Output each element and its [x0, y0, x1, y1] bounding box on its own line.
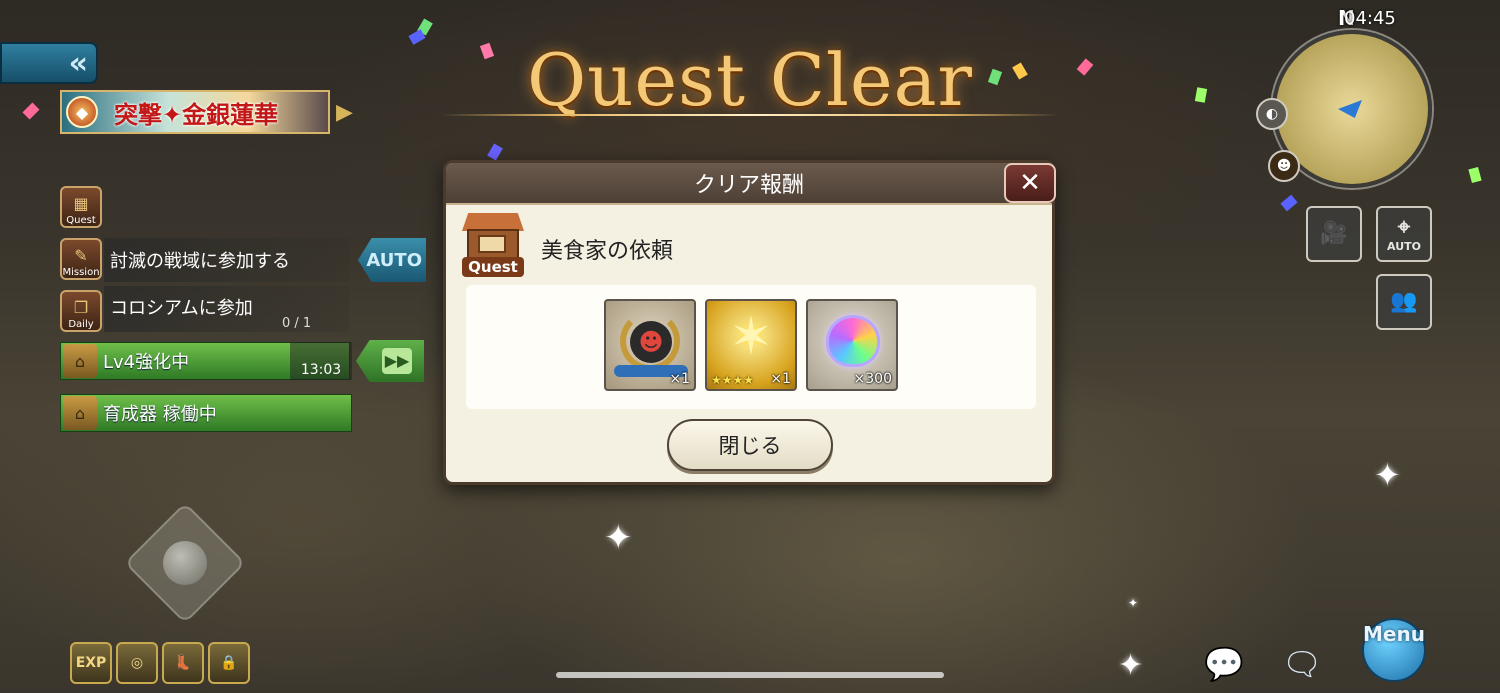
- quest-icon-window: [478, 235, 506, 253]
- confetti: [1194, 87, 1208, 103]
- dpad-knob[interactable]: [163, 541, 207, 585]
- daily-icon-label: Daily: [68, 319, 94, 330]
- quest-name: 美食家の依頼: [541, 239, 674, 264]
- home-indicator[interactable]: [556, 672, 944, 678]
- reward-item-rainbow-gem[interactable]: ×300: [806, 299, 898, 391]
- exp-icon[interactable]: EXP: [70, 642, 112, 684]
- incubator-text: 育成器 稼働中: [103, 404, 217, 425]
- enhance-timer: 13:03: [290, 342, 352, 380]
- title-underline: [440, 114, 1060, 116]
- menu-button[interactable]: Menu: [1348, 610, 1440, 690]
- quest-clear-title: Quest Clear: [527, 38, 973, 122]
- back-button[interactable]: «: [0, 42, 98, 84]
- confetti: [1468, 166, 1482, 184]
- reward-qty: ×1: [669, 371, 690, 387]
- daily-icon: ❐ Daily: [60, 290, 102, 332]
- auto-target-icon: ⌖: [1397, 214, 1411, 240]
- emote-chat-icon[interactable]: 💬: [1194, 640, 1254, 688]
- fast-forward-icon: ▶▶: [382, 348, 412, 374]
- reward-rarity-stars: ★★★★: [711, 373, 755, 387]
- incubator-icon-2: ⌂: [63, 396, 97, 430]
- event-banner[interactable]: 突撃✦金銀蓮華: [60, 90, 330, 134]
- event-banner-label: 突撃✦金銀蓮華: [114, 100, 279, 129]
- lock-icon[interactable]: 🔒: [208, 642, 250, 684]
- mission-icon-label: Mission: [62, 267, 100, 278]
- event-emblem-icon: ◆: [66, 96, 98, 128]
- reward-item-star-crystal[interactable]: ✶ ★★★★ ×1: [705, 299, 797, 391]
- incubator-row[interactable]: ⌂ 育成器 稼働中: [60, 394, 352, 432]
- auto-mission-button[interactable]: AUTO: [358, 238, 426, 282]
- map-layer-icon[interactable]: ◐: [1256, 98, 1288, 130]
- auto-battle-button[interactable]: ⌖ AUTO: [1376, 206, 1432, 262]
- close-icon: ✕: [1019, 168, 1041, 198]
- quest-house-icon: Quest: [462, 213, 524, 277]
- close-button[interactable]: 閉じる: [667, 419, 833, 471]
- dialog-close-button[interactable]: ✕: [1004, 163, 1056, 203]
- dialog-header: クリア報酬: [446, 163, 1052, 205]
- close-button-label: 閉じる: [718, 434, 782, 458]
- sparkle-icon: ✦: [1118, 648, 1144, 683]
- auto-battle-label: AUTO: [1387, 239, 1421, 253]
- fast-forward-button[interactable]: ▶▶: [356, 340, 424, 382]
- mission-row[interactable]: 討滅の戦域に参加する: [104, 238, 349, 282]
- boot-icon[interactable]: 👢: [162, 642, 204, 684]
- quest-side-label: Quest: [66, 215, 96, 226]
- sparkle-icon: ✦: [1374, 456, 1401, 494]
- confetti: [487, 143, 503, 161]
- scroll-icon: ✎: [74, 246, 88, 265]
- confetti: [22, 102, 40, 120]
- party-icon: 👥: [1390, 289, 1418, 314]
- enhance-text: Lv4強化中: [103, 352, 190, 373]
- party-button[interactable]: 👥: [1376, 274, 1432, 330]
- auto-mission-label: AUTO: [366, 249, 422, 271]
- mission-text: 討滅の戦域に参加する: [110, 251, 290, 272]
- mission-icon: ✎ Mission: [60, 238, 102, 280]
- clock-time: 04:45: [1344, 8, 1396, 29]
- confetti: [1076, 58, 1094, 76]
- character-marker-icon[interactable]: ☻: [1268, 150, 1300, 182]
- reward-panel: ☻ ×1 ✶ ★★★★ ×1 ×300: [466, 285, 1036, 409]
- rainbow-gem-icon: [826, 315, 880, 367]
- camera-button[interactable]: 🎥: [1306, 206, 1362, 262]
- coin-icon[interactable]: ◎: [116, 642, 158, 684]
- confetti: [1280, 194, 1298, 212]
- menu-label: Menu: [1363, 622, 1425, 646]
- daily-progress: 0 / 1: [282, 316, 312, 331]
- camera-icon: 🎥: [1320, 221, 1348, 246]
- chat-icon[interactable]: 🗨: [1272, 640, 1332, 688]
- daily-row[interactable]: コロシアムに参加 0 / 1: [104, 286, 349, 332]
- book-icon: ❐: [73, 298, 89, 317]
- quest-side-icon[interactable]: ▦ Quest: [60, 186, 102, 228]
- reward-qty: ×1: [770, 371, 791, 387]
- quest-icon-label: Quest: [462, 257, 524, 277]
- star-crystal-icon: ✶: [729, 307, 773, 367]
- reward-qty: ×300: [853, 371, 892, 387]
- daily-text: コロシアムに参加: [110, 298, 253, 319]
- reward-item-demon-emblem[interactable]: ☻ ×1: [604, 299, 696, 391]
- reward-dialog: クリア報酬 ✕ Quest 美食家の依頼 ☻ ×1 ✶ ★★★★ ×1 ×300…: [443, 160, 1056, 485]
- house-icon: ▦: [73, 194, 89, 213]
- sparkle-icon: ✦: [604, 518, 633, 558]
- dialog-title: クリア報酬: [693, 173, 804, 198]
- demon-emblem-icon: ☻: [630, 321, 672, 363]
- sparkle-icon: ✦: [1128, 596, 1139, 610]
- incubator-icon: ⌂: [63, 344, 97, 378]
- event-arrow-icon[interactable]: ▶: [336, 100, 353, 125]
